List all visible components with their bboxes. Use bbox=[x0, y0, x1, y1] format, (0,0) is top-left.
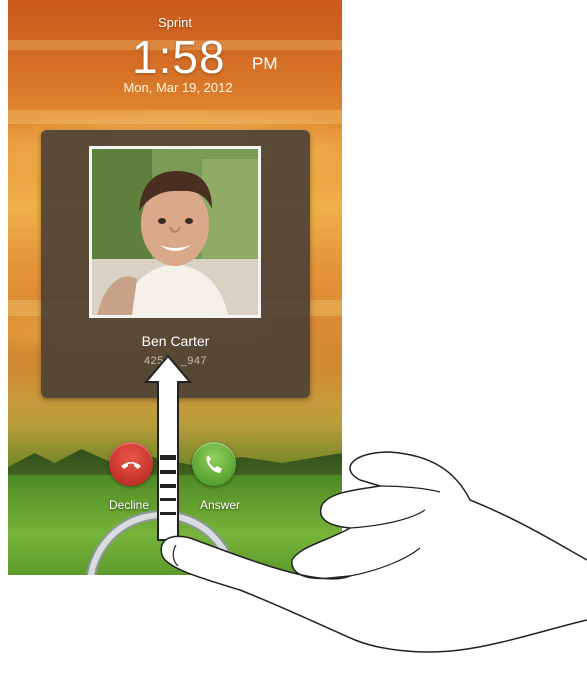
gesture-overlay bbox=[143, 354, 587, 653]
hand-pointer-icon bbox=[160, 451, 587, 653]
swipe-up-arrow-icon bbox=[143, 354, 193, 541]
